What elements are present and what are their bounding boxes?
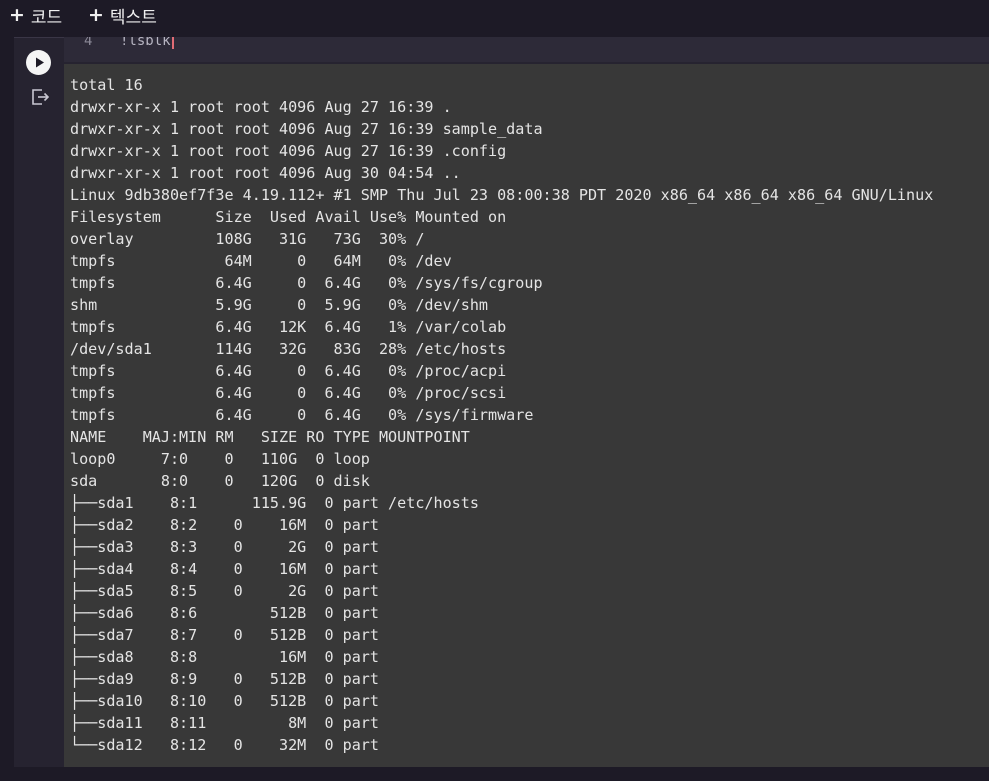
output-line: ├──sda10 8:10 0 512B 0 part xyxy=(70,692,379,710)
output-line: tmpfs 6.4G 12K 6.4G 1% /var/colab xyxy=(70,318,507,336)
code-text: !lsblk xyxy=(120,37,171,49)
output-line: sda 8:0 0 120G 0 disk xyxy=(70,472,370,490)
output-line: NAME MAJ:MIN RM SIZE RO TYPE MOUNTPOINT xyxy=(70,428,470,446)
output-line: ├──sda11 8:11 8M 0 part xyxy=(70,714,379,732)
plus-icon: + xyxy=(9,4,25,26)
output-line: ├──sda8 8:8 16M 0 part xyxy=(70,648,379,666)
add-text-button[interactable]: + 텍스트 xyxy=(88,4,157,28)
plus-icon: + xyxy=(88,4,104,26)
add-code-button[interactable]: + 코드 xyxy=(9,4,63,28)
output-line: ├──sda3 8:3 0 2G 0 part xyxy=(70,538,379,556)
output-line: tmpfs 64M 0 64M 0% /dev xyxy=(70,252,452,270)
output-line: ├──sda9 8:9 0 512B 0 part xyxy=(70,670,379,688)
clear-output-button[interactable] xyxy=(30,86,50,108)
output-line: shm 5.9G 0 5.9G 0% /dev/shm xyxy=(70,296,489,314)
output-line: loop0 7:0 0 110G 0 loop xyxy=(70,450,370,468)
output-line: Linux 9db380ef7f3e 4.19.112+ #1 SMP Thu … xyxy=(70,186,934,204)
output-line: ├──sda4 8:4 0 16M 0 part xyxy=(70,560,379,578)
code-editor[interactable]: 4 !lsblk xyxy=(64,37,989,62)
code-line[interactable]: !lsblk xyxy=(120,37,174,49)
output-line: tmpfs 6.4G 0 6.4G 0% /sys/firmware xyxy=(70,406,534,424)
output-line: drwxr-xr-x 1 root root 4096 Aug 27 16:39… xyxy=(70,98,452,116)
run-cell-button[interactable] xyxy=(26,50,51,75)
output-line: ├──sda5 8:5 0 2G 0 part xyxy=(70,582,379,600)
play-icon xyxy=(36,57,44,68)
output-line: ├──sda1 8:1 115.9G 0 part /etc/hosts xyxy=(70,494,479,512)
output-line: ├──sda6 8:6 512B 0 part xyxy=(70,604,379,622)
output-line: ├──sda2 8:2 0 16M 0 part xyxy=(70,516,379,534)
output-line: tmpfs 6.4G 0 6.4G 0% /sys/fs/cgroup xyxy=(70,274,543,292)
output-line: total 16 xyxy=(70,76,143,94)
output-line: tmpfs 6.4G 0 6.4G 0% /proc/scsi xyxy=(70,384,507,402)
notebook-toolbar: + 코드 + 텍스트 xyxy=(0,0,989,34)
output-line: ├──sda7 8:7 0 512B 0 part xyxy=(70,626,379,644)
clear-output-icon xyxy=(32,89,50,105)
output-line: overlay 108G 31G 73G 30% / xyxy=(70,230,425,248)
output-line: tmpfs 6.4G 0 6.4G 0% /proc/acpi xyxy=(70,362,507,380)
add-text-label: 텍스트 xyxy=(109,7,157,28)
output-line: drwxr-xr-x 1 root root 4096 Aug 30 04:54… xyxy=(70,164,461,182)
line-number: 4 xyxy=(84,37,93,49)
output-line: └──sda12 8:12 0 32M 0 part xyxy=(70,736,379,754)
output-line: Filesystem Size Used Avail Use% Mounted … xyxy=(70,208,507,226)
cell-output: total 16 drwxr-xr-x 1 root root 4096 Aug … xyxy=(64,64,989,767)
text-cursor xyxy=(171,37,174,49)
add-code-label: 코드 xyxy=(30,7,63,28)
output-line: /dev/sda1 114G 32G 83G 28% /etc/hosts xyxy=(70,340,507,358)
output-line: drwxr-xr-x 1 root root 4096 Aug 27 16:39… xyxy=(70,142,507,160)
output-line: drwxr-xr-x 1 root root 4096 Aug 27 16:39… xyxy=(70,120,543,138)
